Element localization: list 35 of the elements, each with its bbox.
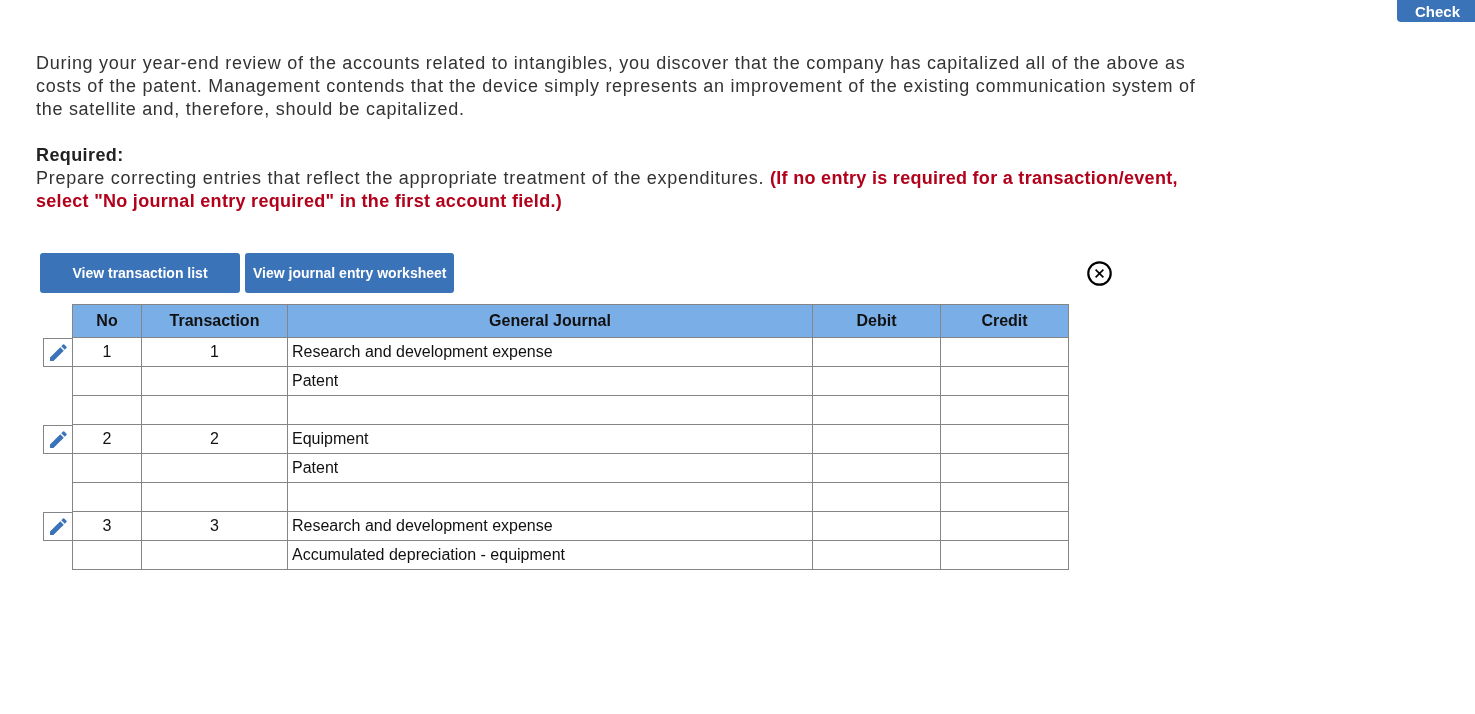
account-cell: Research and development expense xyxy=(287,511,813,541)
entry-number-cell xyxy=(72,540,142,570)
edit-button[interactable] xyxy=(43,511,72,541)
entry-number-cell: 2 xyxy=(72,424,142,454)
pencil-icon xyxy=(49,517,67,535)
problem-text: During your year-end review of the accounts related to intangibles, you discover that the company has capitalized all of the above as costs of the patent. Management contends that the device simply represents an improvement of the existing communication system of the satellite and, therefore, should be capitalized. xyxy=(36,52,1197,121)
column-header: Transaction xyxy=(141,304,288,338)
transaction-cell: 1 xyxy=(141,337,288,367)
account-cell: Accumulated depreciation - equipment xyxy=(287,540,813,570)
view-button[interactable]: View transaction list xyxy=(40,253,240,293)
column-header: Credit xyxy=(940,304,1069,338)
column-header: No xyxy=(72,304,142,338)
column-header: General Journal xyxy=(287,304,813,338)
edit-button[interactable] xyxy=(43,424,72,454)
entry-number-cell xyxy=(72,395,142,425)
account-cell: Equipment xyxy=(287,424,813,454)
required-label: Required: xyxy=(36,144,124,167)
close-icon[interactable] xyxy=(1087,260,1112,286)
entry-number-cell xyxy=(72,482,142,512)
pencil-icon xyxy=(49,430,67,448)
check-button[interactable]: Check xyxy=(1397,0,1475,22)
entry-number-cell: 1 xyxy=(72,337,142,367)
transaction-cell: 3 xyxy=(141,511,288,541)
entry-number-cell: 3 xyxy=(72,511,142,541)
entry-number-cell xyxy=(72,453,142,483)
transaction-cell: 2 xyxy=(141,424,288,454)
pencil-icon xyxy=(49,343,67,361)
edit-button[interactable] xyxy=(43,337,72,367)
instructions-text: Prepare correcting entries that reflect the appropriate treatment of the expenditures. (If no entry is required for a transaction/event, select "No journal entry required" in the first account field.) xyxy=(36,167,1179,213)
account-cell: Patent xyxy=(287,366,813,396)
account-cell: Research and development expense xyxy=(287,337,813,367)
view-button[interactable]: View journal entry worksheet xyxy=(245,253,455,293)
entry-number-cell xyxy=(72,366,142,396)
column-header: Debit xyxy=(812,304,941,338)
account-cell: Patent xyxy=(287,453,813,483)
